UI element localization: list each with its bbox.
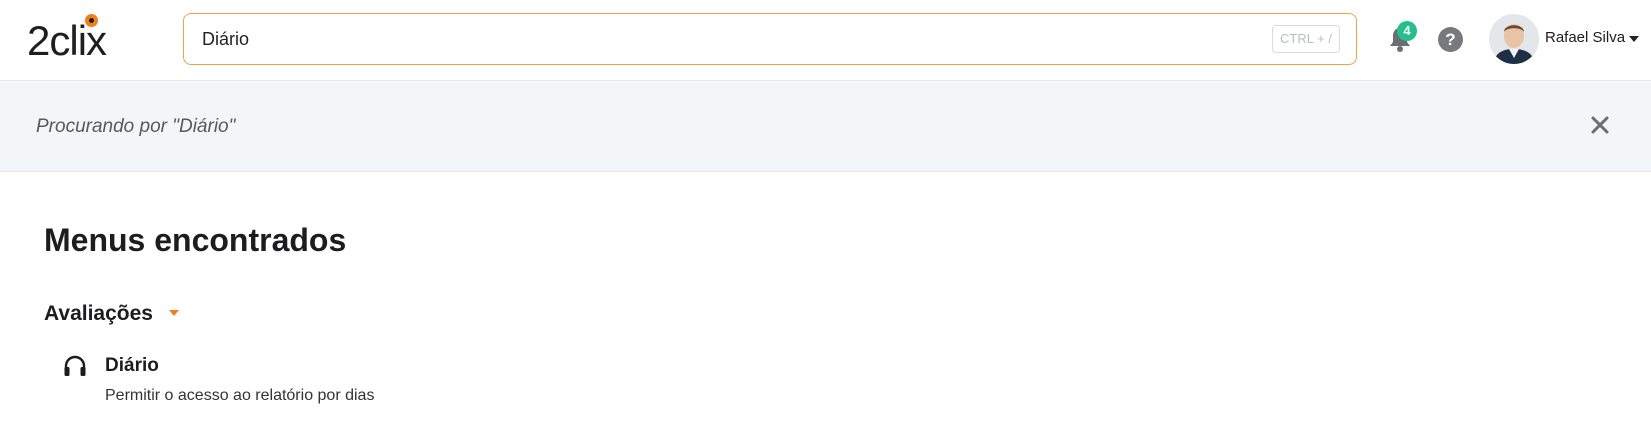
searching-for-text: Procurando por "Diário" [36, 116, 236, 137]
item-description: Permitir o acesso ao relatório por dias [105, 387, 375, 404]
search-shortcut-hint: CTRL + / [1272, 25, 1340, 53]
group-title[interactable]: Avaliações [44, 302, 153, 326]
help-icon[interactable]: ? [1438, 27, 1463, 52]
user-menu-chevron-down-icon[interactable] [1629, 36, 1639, 42]
close-icon[interactable] [1589, 114, 1611, 136]
notification-badge: 4 [1397, 21, 1417, 41]
search-banner: Procurando por "Diário" [0, 82, 1651, 172]
avatar[interactable] [1489, 14, 1539, 64]
page-title: Menus encontrados [44, 222, 347, 258]
headphones-icon [63, 355, 87, 377]
search-box[interactable]: CTRL + / [183, 13, 1357, 65]
user-name[interactable]: Rafael Silva [1545, 29, 1625, 46]
top-bar: 2clix CTRL + / 4 ? Rafael Silva [0, 0, 1651, 81]
search-input[interactable] [202, 26, 1202, 52]
chevron-down-icon[interactable] [169, 310, 179, 316]
item-title[interactable]: Diário [105, 355, 159, 377]
app-logo[interactable]: 2clix [27, 12, 127, 62]
logo-dot [85, 14, 98, 27]
